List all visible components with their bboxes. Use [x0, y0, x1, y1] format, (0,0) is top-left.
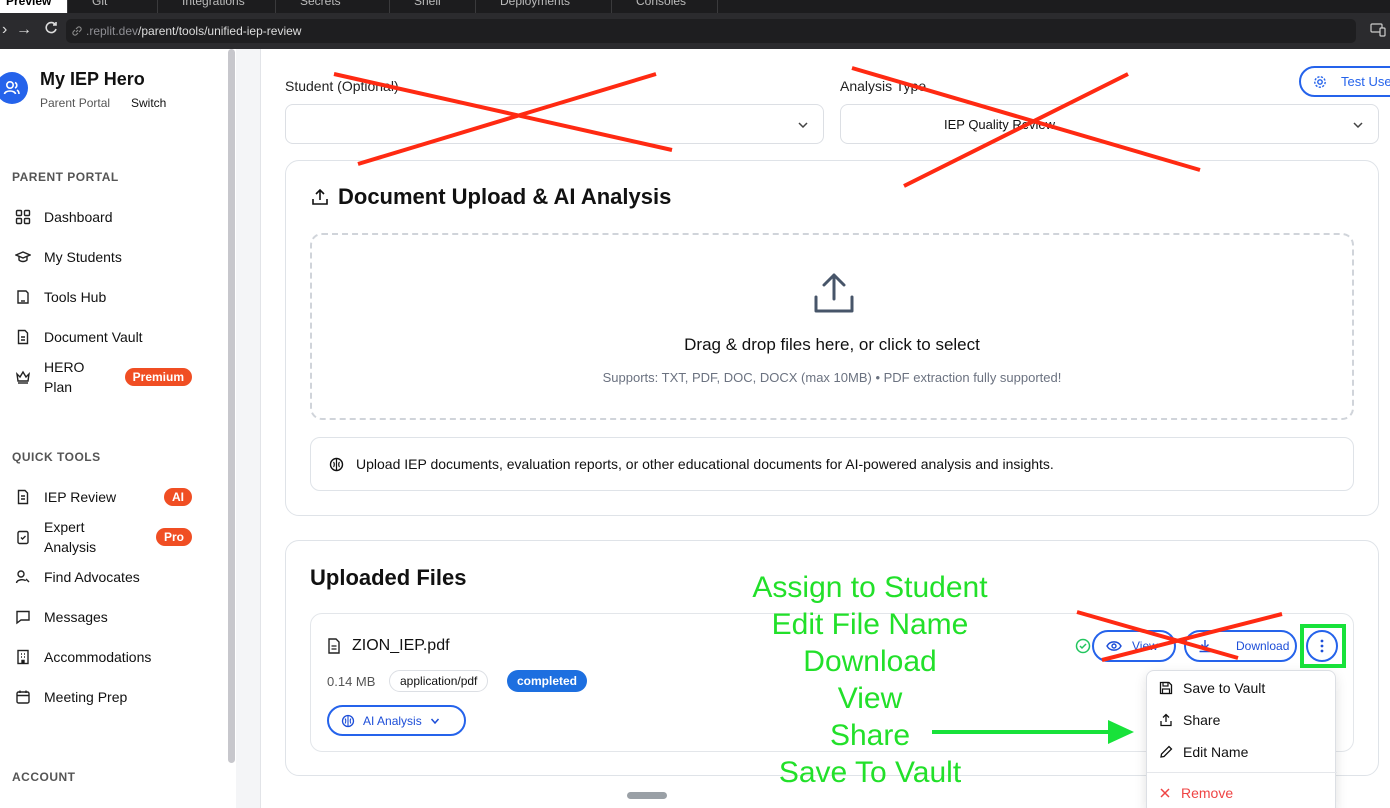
chevron-down-icon [1352, 118, 1364, 136]
share-icon [1160, 713, 1172, 727]
brand-title: My IEP Hero [40, 69, 145, 89]
graduation-cap-icon [14, 248, 32, 266]
file-actions-menu: Save to Vault Share Edit Name Remove [1146, 670, 1337, 808]
analysis-type-select[interactable]: IEP Quality Review [840, 104, 1379, 144]
info-text: Upload IEP documents, evaluation reports… [356, 456, 1054, 472]
annotation-edit-file-name: Edit File Name [771, 608, 969, 641]
sidebar-item-expert-analysis[interactable]: Expert Analysis Pro [14, 517, 214, 557]
sidebar-item-meeting-prep[interactable]: Meeting Prep [14, 679, 214, 715]
info-banner: Upload IEP documents, evaluation reports… [310, 437, 1354, 491]
dashboard-icon [14, 208, 32, 226]
uploaded-files-title: Uploaded Files [310, 565, 467, 590]
message-icon [14, 608, 32, 626]
sidebar-item-find-advocates[interactable]: Find Advocates [14, 559, 214, 595]
url-input[interactable]: .replit.dev/parent/tools/unified-iep-rev… [66, 19, 1356, 43]
switch-link[interactable]: Switch [131, 96, 166, 110]
annotation-download: Download [803, 645, 937, 678]
upload-cloud-icon [812, 271, 856, 320]
menu-divider [1147, 772, 1337, 773]
annotation-view: View [837, 682, 903, 715]
link-icon [71, 24, 83, 42]
mime-type-badge: application/pdf [389, 670, 489, 692]
dropzone-subtitle: Supports: TXT, PDF, DOC, DOCX (max 10MB)… [602, 370, 1062, 385]
menu-edit-name[interactable]: Edit Name [1159, 740, 1248, 764]
building-icon [14, 648, 32, 666]
status-badge: completed [507, 670, 588, 692]
gear-icon [1314, 75, 1326, 88]
file-name: ZION_IEP.pdf [352, 637, 450, 654]
menu-share[interactable]: Share [1159, 708, 1220, 732]
sidebar-item-tools-hub[interactable]: Tools Hub [14, 279, 214, 315]
close-icon [1160, 788, 1170, 798]
view-button[interactable]: View [1092, 630, 1176, 662]
devices-icon[interactable] [1370, 23, 1386, 42]
url-text: .replit.dev/parent/tools/unified-iep-rev… [86, 24, 302, 38]
brain-icon [329, 457, 344, 471]
file-size: 0.14 MB [327, 674, 376, 689]
brain-icon [341, 714, 355, 727]
analysis-type-label: Analysis Type [840, 78, 927, 94]
file-icon [327, 638, 341, 659]
users-icon [3, 80, 20, 95]
sidebar-item-accommodations[interactable]: Accommodations [14, 639, 214, 675]
upload-icon [311, 188, 329, 211]
tab-deployments[interactable]: Deployments [478, 0, 612, 13]
save-icon [1159, 681, 1173, 695]
section-quick-tools: QUICK TOOLS [12, 450, 101, 464]
pro-badge: Pro [155, 528, 192, 546]
sidebar-item-hero-plan[interactable]: HERO Plan Premium [14, 357, 214, 397]
portal-label: Parent Portal [40, 96, 111, 110]
file-text-icon [14, 488, 32, 506]
section-parent-portal: PARENT PORTAL [12, 170, 119, 184]
tools-icon [14, 288, 32, 306]
pencil-icon [1160, 745, 1173, 758]
eye-icon [1106, 641, 1122, 651]
file-dropzone[interactable]: Drag & drop files here, or click to sele… [310, 233, 1354, 420]
browser-tab-bar: Preview Git Integrations Secrets Shell D… [0, 0, 1390, 13]
tab-git[interactable]: Git [70, 0, 158, 13]
menu-save-to-vault[interactable]: Save to Vault [1159, 676, 1265, 700]
tab-preview[interactable]: Preview [0, 0, 68, 13]
download-icon [1199, 640, 1211, 653]
chevron-down-icon [430, 718, 439, 724]
sidebar-item-iep-review[interactable]: IEP Review AI [14, 479, 214, 515]
calendar-icon [14, 688, 32, 706]
document-icon [14, 328, 32, 346]
test-user-button[interactable]: Test Use [1299, 66, 1390, 97]
ai-analysis-button[interactable]: AI Analysis [327, 705, 466, 736]
user-search-icon [14, 568, 32, 586]
horizontal-scrollbar[interactable] [627, 792, 667, 799]
annotation-share: Share [829, 719, 911, 752]
crown-icon [14, 368, 32, 386]
annotation-highlight-box [1300, 624, 1346, 668]
sidebar-item-dashboard[interactable]: Dashboard [14, 199, 214, 235]
check-circle-icon [1075, 638, 1091, 659]
menu-remove[interactable]: Remove [1159, 781, 1233, 805]
sidebar-item-my-students[interactable]: My Students [14, 239, 214, 275]
annotation-save-to-vault: Save To Vault [778, 756, 962, 789]
upload-title: Document Upload & AI Analysis [338, 184, 672, 209]
browser-url-bar: › → .replit.dev/parent/tools/unified-iep… [0, 13, 1390, 49]
tab-consoles[interactable]: Consoles [614, 0, 718, 13]
reload-icon[interactable] [44, 21, 58, 40]
forward-arrow-icon[interactable]: → [16, 21, 32, 39]
premium-badge: Premium [124, 368, 192, 386]
tab-secrets[interactable]: Secrets [278, 0, 390, 13]
download-button[interactable]: Download [1184, 630, 1297, 662]
annotation-assign-to-student: Assign to Student [752, 571, 988, 604]
dropzone-title: Drag & drop files here, or click to sele… [684, 335, 980, 354]
tab-shell[interactable]: Shell [392, 0, 476, 13]
tab-integrations[interactable]: Integrations [160, 0, 276, 13]
student-label: Student (Optional) [285, 78, 399, 94]
sidebar-scrollbar[interactable] [228, 49, 235, 763]
sidebar-item-messages[interactable]: Messages [14, 599, 214, 635]
ai-badge: AI [164, 488, 192, 506]
clipboard-check-icon [14, 528, 32, 546]
section-account: ACCOUNT [12, 770, 76, 784]
sidebar-item-document-vault[interactable]: Document Vault [14, 319, 214, 355]
back-arrow-icon[interactable]: › [2, 21, 7, 39]
